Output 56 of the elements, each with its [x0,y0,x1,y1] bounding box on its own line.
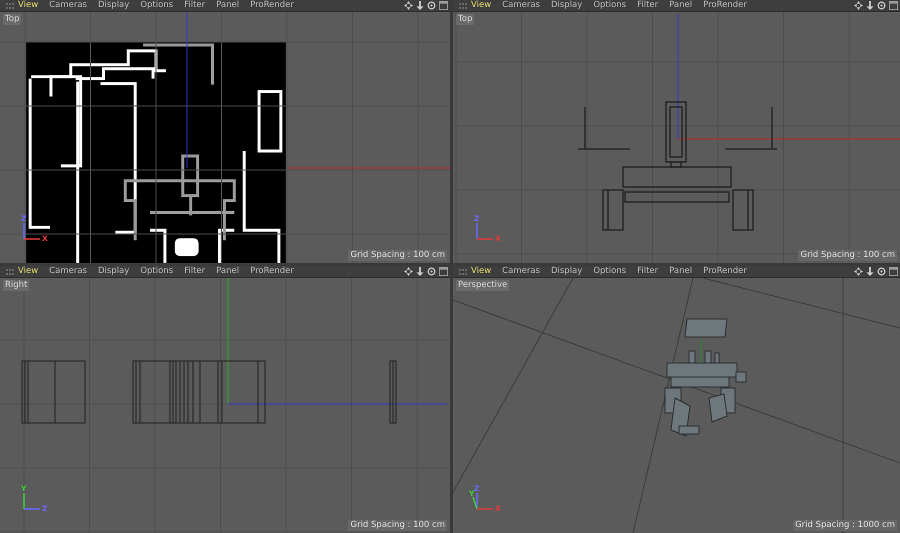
menu-item[interactable]: ProRender [703,0,747,11]
maximize-icon[interactable] [439,1,448,10]
menu-item[interactable]: Options [593,0,626,11]
grip-icon[interactable] [6,2,14,10]
grid-spacing-label: Grid Spacing : 100 cm [348,250,447,261]
maximize-icon[interactable] [439,267,448,276]
move-icon[interactable] [404,267,413,276]
menu-item[interactable]: View [471,266,492,277]
menu-item[interactable]: Cameras [49,0,87,11]
rotate-icon[interactable] [427,1,436,10]
menu-item[interactable]: Cameras [502,266,540,277]
arrow-icon[interactable] [866,1,874,10]
menu-item[interactable]: Filter [184,266,206,277]
move-icon[interactable] [404,1,413,10]
menu-item[interactable]: Panel [669,0,692,11]
rotate-icon[interactable] [427,267,436,276]
menu-item[interactable]: View [18,0,38,11]
menu-item[interactable]: Display [550,0,582,11]
menu-item[interactable]: Display [98,266,130,277]
arrow-icon[interactable] [416,1,424,10]
maximize-icon[interactable] [889,1,898,10]
menu-item[interactable]: Panel [216,0,240,11]
menu-item[interactable]: Options [140,266,174,277]
viewport-label: Perspective [456,280,510,291]
menu-item[interactable]: Panel [669,266,692,277]
grip-icon[interactable] [459,268,467,276]
menu-item[interactable]: Filter [637,0,658,11]
menu-item[interactable]: Panel [216,266,240,277]
menu-item[interactable]: View [471,0,492,11]
menu-item[interactable]: View [18,266,38,277]
viewport-label: Top [456,14,474,25]
move-icon[interactable] [854,1,863,10]
move-icon[interactable] [854,267,863,276]
menu-item[interactable]: ProRender [250,266,294,277]
menu-item[interactable]: Filter [184,0,206,11]
menu-item[interactable]: Display [98,0,130,11]
rotate-icon[interactable] [877,1,886,10]
grip-icon[interactable] [459,2,467,10]
grid-spacing-label: Grid Spacing : 100 cm [798,250,897,261]
arrow-icon[interactable] [866,267,874,276]
menu-item[interactable]: Display [550,266,582,277]
menu-item[interactable]: Cameras [49,266,87,277]
arrow-icon[interactable] [416,267,424,276]
maximize-icon[interactable] [889,267,898,276]
menu-item[interactable]: Cameras [502,0,540,11]
rotate-icon[interactable] [877,267,886,276]
menu-item[interactable]: ProRender [703,266,747,277]
grid-spacing-label: Grid Spacing : 1000 cm [793,520,897,531]
grip-icon[interactable] [6,268,14,276]
menu-item[interactable]: Filter [637,266,658,277]
grid-spacing-label: Grid Spacing : 100 cm [348,520,447,531]
menu-item[interactable]: Options [140,0,174,11]
viewport-label: Top [3,14,22,25]
menu-item[interactable]: Options [593,266,626,277]
viewport-label: Right [3,280,30,291]
menu-item[interactable]: ProRender [250,0,294,11]
